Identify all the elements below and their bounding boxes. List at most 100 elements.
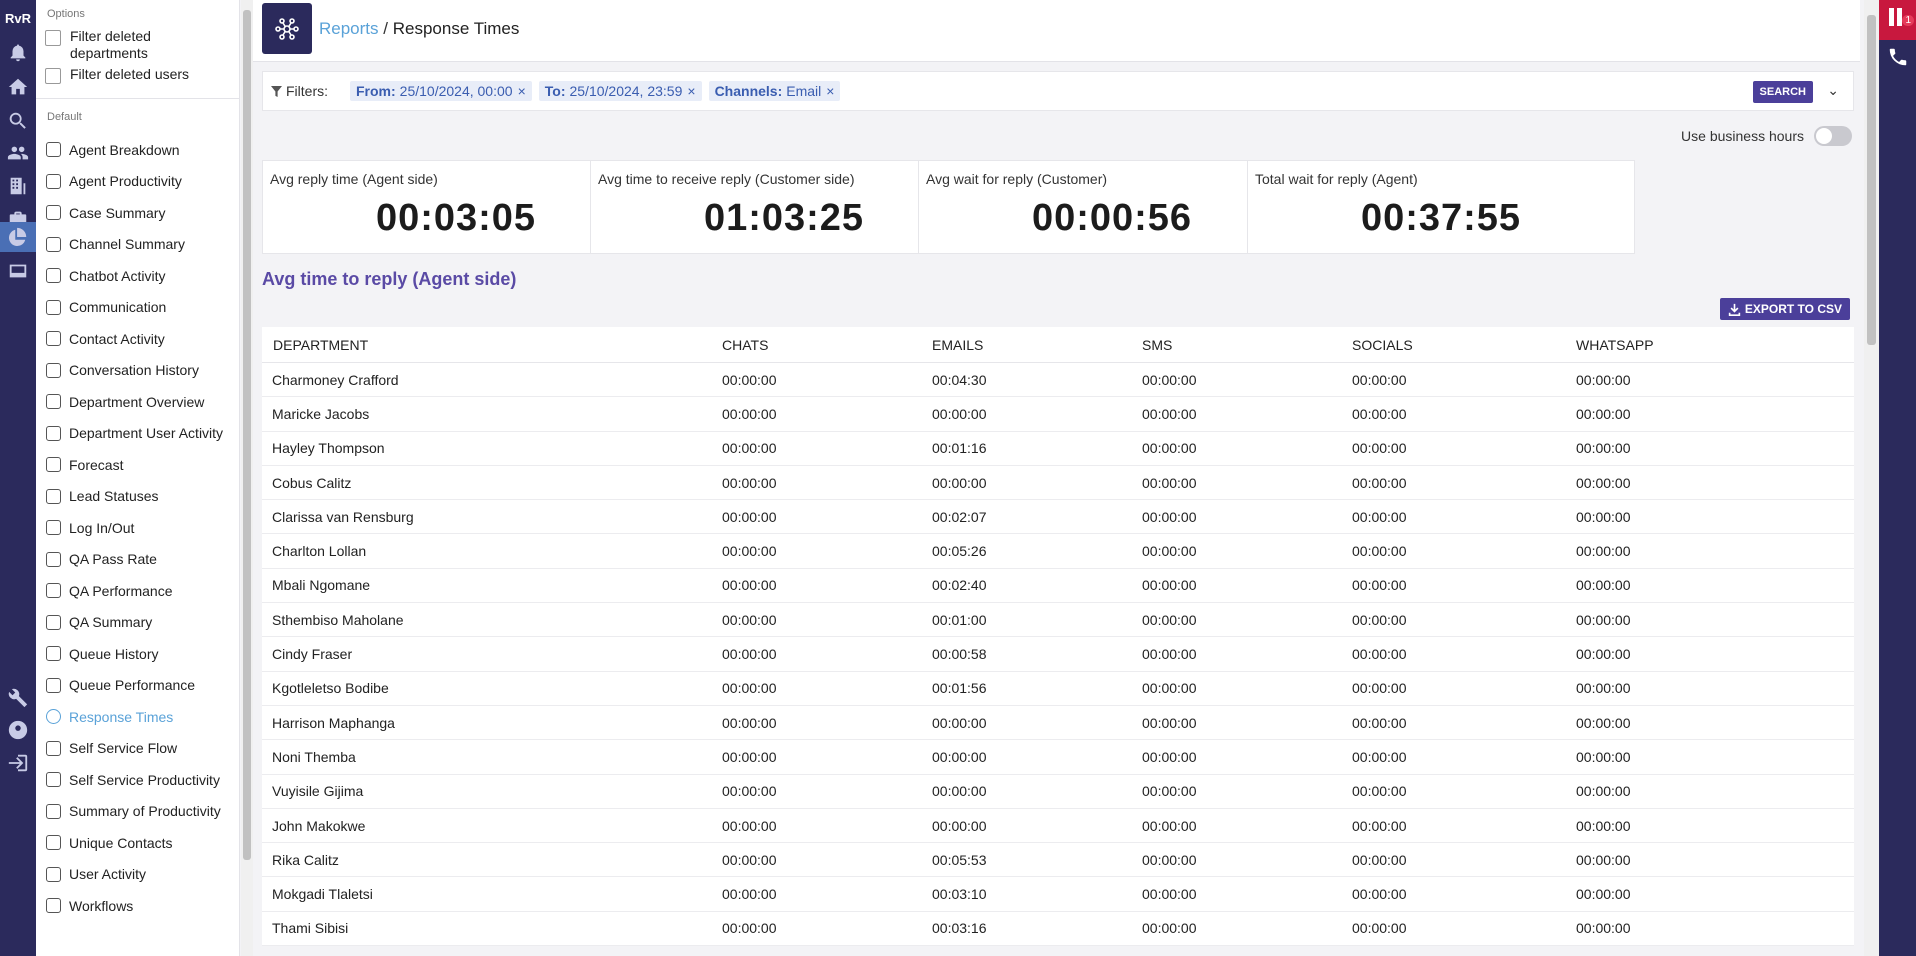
table-row[interactable]: Charlton Lollan 00:00:00 00:05:26 00:00:00 0…: [262, 534, 1854, 569]
sidebar-item-forecast[interactable]: Forecast: [36, 449, 239, 481]
table-row[interactable]: Harrison Maphanga 00:00:00 00:00:00 00:00:0…: [262, 706, 1854, 741]
close-icon[interactable]: ×: [826, 83, 834, 99]
sidebar-item-response-times[interactable]: Response Times: [36, 701, 239, 733]
scrollbar-thumb[interactable]: [243, 10, 251, 860]
department-cell: Charmoney Crafford: [272, 371, 399, 388]
phone-icon[interactable]: [1887, 46, 1909, 71]
time-cell: 00:00:00: [1142, 371, 1197, 388]
time-cell: 00:01:00: [932, 611, 987, 628]
sidebar-item-workflows[interactable]: Workflows: [36, 890, 239, 922]
business-hours-toggle[interactable]: [1814, 126, 1852, 146]
table-row[interactable]: Cindy Fraser 00:00:00 00:00:58 00:00:00 00:0…: [262, 637, 1854, 672]
chevron-down-icon[interactable]: ⌄: [1827, 82, 1839, 99]
sidebar-item-department-user-activity[interactable]: Department User Activity: [36, 418, 239, 450]
table-row[interactable]: Clarissa van Rensburg 00:00:00 00:02:07 00:…: [262, 500, 1854, 535]
chip-value: 25/10/2024, 23:59: [569, 83, 683, 99]
table-row[interactable]: Rika Calitz 00:00:00 00:05:53 00:00:00 00:00…: [262, 843, 1854, 878]
column-header[interactable]: SMS: [1142, 337, 1352, 353]
checkbox-box[interactable]: [45, 68, 61, 84]
close-icon[interactable]: ×: [687, 83, 695, 99]
column-header[interactable]: WHATSAPP: [1576, 337, 1836, 353]
sidebar-item-channel-summary[interactable]: Channel Summary: [36, 229, 239, 261]
filter-chip[interactable]: Channels: Email ×: [708, 81, 841, 101]
stat-label: Avg time to receive reply (Customer side…: [598, 171, 855, 187]
filter-deleted-users-checkbox[interactable]: Filter deleted users: [36, 66, 239, 88]
table-row[interactable]: Vuyisile Gijima 00:00:00 00:00:00 00:00:00 0…: [262, 775, 1854, 809]
sidebar-item-self-service-flow[interactable]: Self Service Flow: [36, 733, 239, 765]
time-cell: 00:00:00: [1352, 611, 1407, 628]
sidebar-item-agent-breakdown[interactable]: Agent Breakdown: [36, 134, 239, 166]
table-row[interactable]: Sthembiso Maholane 00:00:00 00:01:00 00:00:…: [262, 603, 1854, 638]
scrollbar-thumb[interactable]: [1867, 15, 1876, 345]
time-cell: 00:00:00: [1142, 783, 1197, 800]
search-icon[interactable]: [0, 106, 36, 136]
sidebar-item-label: Contact Activity: [69, 330, 165, 347]
close-icon[interactable]: ×: [518, 83, 526, 99]
table-row[interactable]: Thami Sibisi 00:00:00 00:03:16 00:00:00 00:0…: [262, 912, 1854, 947]
search-button[interactable]: SEARCH: [1752, 81, 1813, 103]
people-icon[interactable]: [0, 138, 36, 168]
sidebar-item-chatbot-activity[interactable]: Chatbot Activity: [36, 260, 239, 292]
column-header[interactable]: SOCIALS: [1352, 337, 1576, 353]
notifications-button[interactable]: 1: [1879, 0, 1916, 40]
time-cell: 00:00:00: [1576, 817, 1631, 834]
sidebar-item-user-activity[interactable]: User Activity: [36, 859, 239, 891]
sidebar-item-queue-performance[interactable]: Queue Performance: [36, 670, 239, 702]
building-icon[interactable]: [0, 171, 36, 201]
main-scrollbar[interactable]: [1864, 0, 1879, 956]
response-times-table: DEPARTMENT CHATS EMAILS SMS SOCIALS WHATSAPP …: [262, 327, 1854, 947]
table-row[interactable]: John Makokwe 00:00:00 00:00:00 00:00:00 00:0…: [262, 809, 1854, 844]
filter-chip[interactable]: From: 25/10/2024, 00:00 ×: [350, 81, 532, 101]
sidebar-scrollbar[interactable]: [241, 0, 253, 956]
checkbox-box[interactable]: [45, 30, 61, 46]
reports-icon[interactable]: [0, 222, 36, 252]
sidebar-item-log-in-out[interactable]: Log In/Out: [36, 512, 239, 544]
time-cell: 00:00:00: [1142, 680, 1197, 697]
sidebar-item-qa-summary[interactable]: QA Summary: [36, 607, 239, 639]
bell-icon[interactable]: [0, 37, 36, 67]
sidebar-item-qa-pass-rate[interactable]: QA Pass Rate: [36, 544, 239, 576]
sidebar-item-unique-contacts[interactable]: Unique Contacts: [36, 827, 239, 859]
sidebar-item-contact-activity[interactable]: Contact Activity: [36, 323, 239, 355]
sidebar-item-label: Agent Productivity: [69, 173, 182, 190]
time-cell: 00:00:00: [1142, 543, 1197, 560]
report-icon: [46, 551, 61, 567]
filter-deleted-departments-checkbox[interactable]: Filter deleted departments: [36, 28, 239, 66]
time-cell: 00:00:00: [1352, 440, 1407, 457]
table-row[interactable]: Hayley Thompson 00:00:00 00:01:16 00:00:00 0…: [262, 432, 1854, 466]
sidebar-item-conversation-history[interactable]: Conversation History: [36, 355, 239, 387]
column-header[interactable]: CHATS: [722, 337, 932, 353]
logout-icon[interactable]: [0, 748, 36, 778]
table-row[interactable]: Mokgadi Tlaletsi 00:00:00 00:03:10 00:00:00…: [262, 877, 1854, 912]
sidebar-item-communication[interactable]: Communication: [36, 292, 239, 324]
filter-chip[interactable]: To: 25/10/2024, 23:59 ×: [538, 81, 702, 101]
sidebar-item-case-summary[interactable]: Case Summary: [36, 197, 239, 229]
sidebar-item-queue-history[interactable]: Queue History: [36, 638, 239, 670]
breadcrumb-reports-link[interactable]: Reports: [319, 19, 379, 38]
table-row[interactable]: Cobus Calitz 00:00:00 00:00:00 00:00:00 00:0…: [262, 466, 1854, 501]
sidebar-item-department-overview[interactable]: Department Overview: [36, 386, 239, 418]
column-header[interactable]: EMAILS: [932, 337, 1142, 353]
time-cell: 00:00:00: [1576, 748, 1631, 765]
sidebar-item-agent-productivity[interactable]: Agent Productivity: [36, 166, 239, 198]
sidebar-item-label: Log In/Out: [69, 519, 135, 536]
sidebar-item-lead-statuses[interactable]: Lead Statuses: [36, 481, 239, 513]
column-header[interactable]: DEPARTMENT: [262, 337, 722, 353]
time-cell: 00:00:00: [1142, 646, 1197, 663]
wrench-icon[interactable]: [0, 683, 36, 713]
inbox-icon[interactable]: [0, 256, 36, 286]
sidebar-item-summary-of-productivity[interactable]: Summary of Productivity: [36, 796, 239, 828]
table-row[interactable]: Kgotleletso Bodibe 00:00:00 00:01:56 00:00:…: [262, 672, 1854, 706]
checkbox-label: Filter deleted users: [70, 66, 190, 82]
export-csv-button[interactable]: EXPORT TO CSV: [1719, 298, 1850, 320]
home-icon[interactable]: [0, 72, 36, 102]
sidebar-item-self-service-productivity[interactable]: Self Service Productivity: [36, 764, 239, 796]
help-icon[interactable]: [0, 715, 36, 745]
sidebar-item-qa-performance[interactable]: QA Performance: [36, 575, 239, 607]
table-row[interactable]: Noni Themba 00:00:00 00:00:00 00:00:00 00:00…: [262, 740, 1854, 775]
table-row[interactable]: Mbali Ngomane 00:00:00 00:02:40 00:00:00 00:…: [262, 569, 1854, 604]
department-cell: Clarissa van Rensburg: [272, 508, 414, 525]
time-cell: 00:00:00: [722, 611, 777, 628]
table-row[interactable]: Maricke Jacobs 00:00:00 00:00:00 00:00:00 00…: [262, 397, 1854, 432]
table-row[interactable]: Charmoney Crafford 00:00:00 00:04:30 00:00:…: [262, 363, 1854, 398]
